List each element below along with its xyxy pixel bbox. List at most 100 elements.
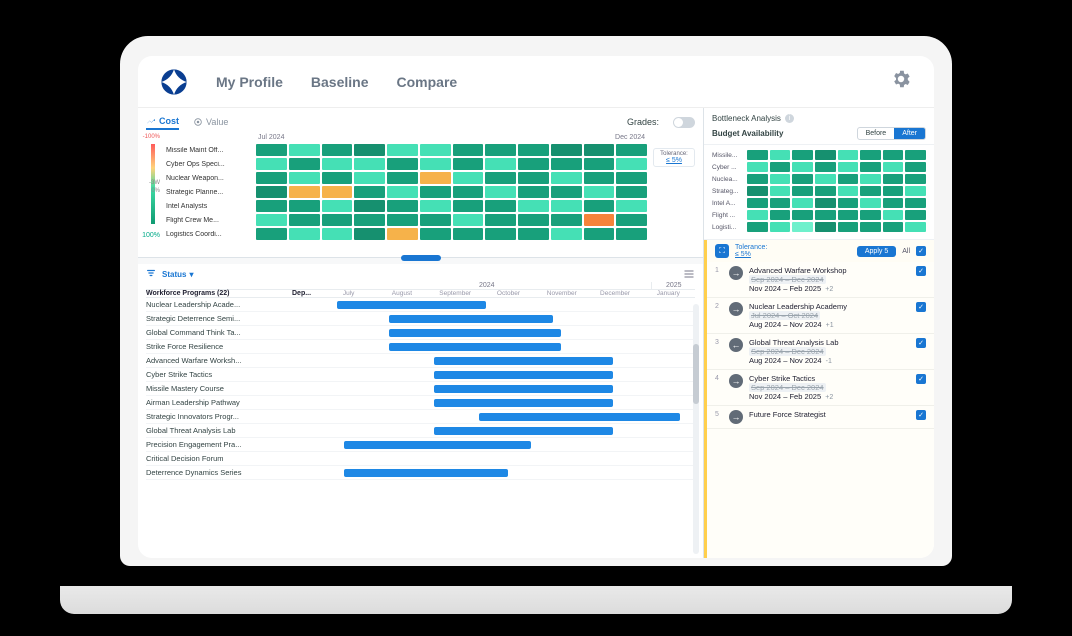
mini-heatmap-cell[interactable] (905, 186, 926, 196)
heatmap-cell[interactable] (485, 228, 516, 240)
nav-baseline[interactable]: Baseline (311, 74, 369, 90)
mini-heatmap-cell[interactable] (860, 186, 881, 196)
status-filter-icon[interactable] (146, 268, 156, 280)
heatmap-cell[interactable] (322, 214, 353, 226)
heatmap-cell[interactable] (256, 200, 287, 212)
mini-heatmap-cell[interactable] (792, 198, 813, 208)
heatmap-cell[interactable] (387, 228, 418, 240)
mini-heatmap-cell[interactable] (747, 198, 768, 208)
heatmap-cell[interactable] (420, 214, 451, 226)
heatmap-cell[interactable] (289, 144, 320, 156)
heatmap-cell[interactable] (518, 186, 549, 198)
heatmap-cell[interactable] (485, 158, 516, 170)
mini-heatmap-cell[interactable] (905, 150, 926, 160)
heatmap-cell[interactable] (256, 228, 287, 240)
recommendation-item[interactable]: 5→Future Force Strategist✓ (707, 406, 934, 429)
heatmap-cell[interactable] (453, 200, 484, 212)
heatmap-cell[interactable] (616, 200, 647, 212)
gantt-bar[interactable] (434, 385, 613, 393)
mini-heatmap-cell[interactable] (838, 210, 859, 220)
heatmap-cell[interactable] (420, 228, 451, 240)
heatmap-cell[interactable] (256, 158, 287, 170)
heatmap-cell[interactable] (485, 172, 516, 184)
mini-heatmap-cell[interactable] (747, 174, 768, 184)
heatmap-cell[interactable] (354, 214, 385, 226)
mini-heatmap-cell[interactable] (770, 222, 791, 232)
mini-heatmap-cell[interactable] (883, 222, 904, 232)
gantt-bar[interactable] (389, 315, 553, 323)
heatmap-cell[interactable] (387, 158, 418, 170)
gantt-bar[interactable] (434, 427, 613, 435)
heatmap-cell[interactable] (322, 228, 353, 240)
rec-checkbox[interactable]: ✓ (916, 410, 926, 420)
mini-heatmap-cell[interactable] (860, 198, 881, 208)
mini-heatmap-cell[interactable] (838, 162, 859, 172)
heatmap-cell[interactable] (256, 144, 287, 156)
mini-heatmap-cell[interactable] (792, 174, 813, 184)
info-icon[interactable]: i (785, 114, 794, 123)
mini-heatmap-cell[interactable] (815, 222, 836, 232)
compress-icon[interactable]: ⛶ (715, 244, 729, 258)
mini-heatmap-cell[interactable] (815, 198, 836, 208)
heatmap-cell[interactable] (518, 172, 549, 184)
heatmap-cell[interactable] (354, 172, 385, 184)
mini-heatmap-cell[interactable] (860, 174, 881, 184)
heatmap-cell[interactable] (584, 214, 615, 226)
mini-heatmap-cell[interactable] (815, 162, 836, 172)
rec-checkbox[interactable]: ✓ (916, 338, 926, 348)
mini-heatmap-cell[interactable] (883, 198, 904, 208)
seg-after[interactable]: After (894, 128, 925, 139)
mini-heatmap-cell[interactable] (815, 186, 836, 196)
gantt-bar[interactable] (389, 343, 561, 351)
heatmap-cell[interactable] (289, 172, 320, 184)
heatmap-cell[interactable] (387, 200, 418, 212)
heatmap-cell[interactable] (387, 214, 418, 226)
mini-heatmap-cell[interactable] (860, 150, 881, 160)
heatmap-cell[interactable] (322, 172, 353, 184)
heatmap-cell[interactable] (518, 214, 549, 226)
recommendation-item[interactable]: 1→Advanced Warfare WorkshopSep 2024 – De… (707, 262, 934, 298)
rec-checkbox[interactable]: ✓ (916, 302, 926, 312)
recommendation-item[interactable]: 4→Cyber Strike TacticsSep 2024 – Dec 202… (707, 370, 934, 406)
heatmap-cell[interactable] (551, 228, 582, 240)
mini-heatmap-cell[interactable] (905, 162, 926, 172)
gear-icon[interactable] (890, 68, 912, 95)
heatmap-cell[interactable] (387, 186, 418, 198)
heatmap-cell[interactable] (322, 144, 353, 156)
nav-compare[interactable]: Compare (397, 74, 458, 90)
heatmap-cell[interactable] (584, 158, 615, 170)
tolerance-chip[interactable]: Tolerance: ≤ 5% (653, 148, 695, 167)
mini-heatmap-cell[interactable] (883, 174, 904, 184)
status-dropdown[interactable]: Status ▾ (162, 270, 193, 279)
mini-heatmap-cell[interactable] (838, 186, 859, 196)
heatmap-cell[interactable] (616, 186, 647, 198)
heatmap-cell[interactable] (453, 172, 484, 184)
mini-heatmap-cell[interactable] (860, 210, 881, 220)
heatmap-cell[interactable] (289, 158, 320, 170)
heatmap-cell[interactable] (551, 186, 582, 198)
rec-tolerance-value[interactable]: ≤ 5% (735, 251, 751, 258)
heatmap-cell[interactable] (551, 144, 582, 156)
heatmap-cell[interactable] (453, 158, 484, 170)
heatmap-cell[interactable] (354, 158, 385, 170)
heatmap-cell[interactable] (289, 200, 320, 212)
mini-heatmap-cell[interactable] (838, 174, 859, 184)
mini-heatmap-cell[interactable] (747, 222, 768, 232)
mini-heatmap-cell[interactable] (860, 222, 881, 232)
mini-heatmap-cell[interactable] (770, 210, 791, 220)
mini-heatmap-cell[interactable] (792, 210, 813, 220)
seg-before[interactable]: Before (858, 128, 895, 139)
heatmap-cell[interactable] (584, 228, 615, 240)
heatmap-cell[interactable] (420, 172, 451, 184)
heatmap-cell[interactable] (387, 144, 418, 156)
all-checkbox[interactable]: ✓ (916, 246, 926, 256)
heatmap-cell[interactable] (387, 172, 418, 184)
heatmap-cell[interactable] (485, 214, 516, 226)
heatmap-cell[interactable] (256, 186, 287, 198)
gantt-bar[interactable] (479, 413, 680, 421)
heatmap-cell[interactable] (289, 228, 320, 240)
mini-heatmap-cell[interactable] (792, 162, 813, 172)
gantt-menu-icon[interactable] (683, 268, 695, 282)
nav-my-profile[interactable]: My Profile (216, 74, 283, 90)
heatmap-cell[interactable] (518, 200, 549, 212)
